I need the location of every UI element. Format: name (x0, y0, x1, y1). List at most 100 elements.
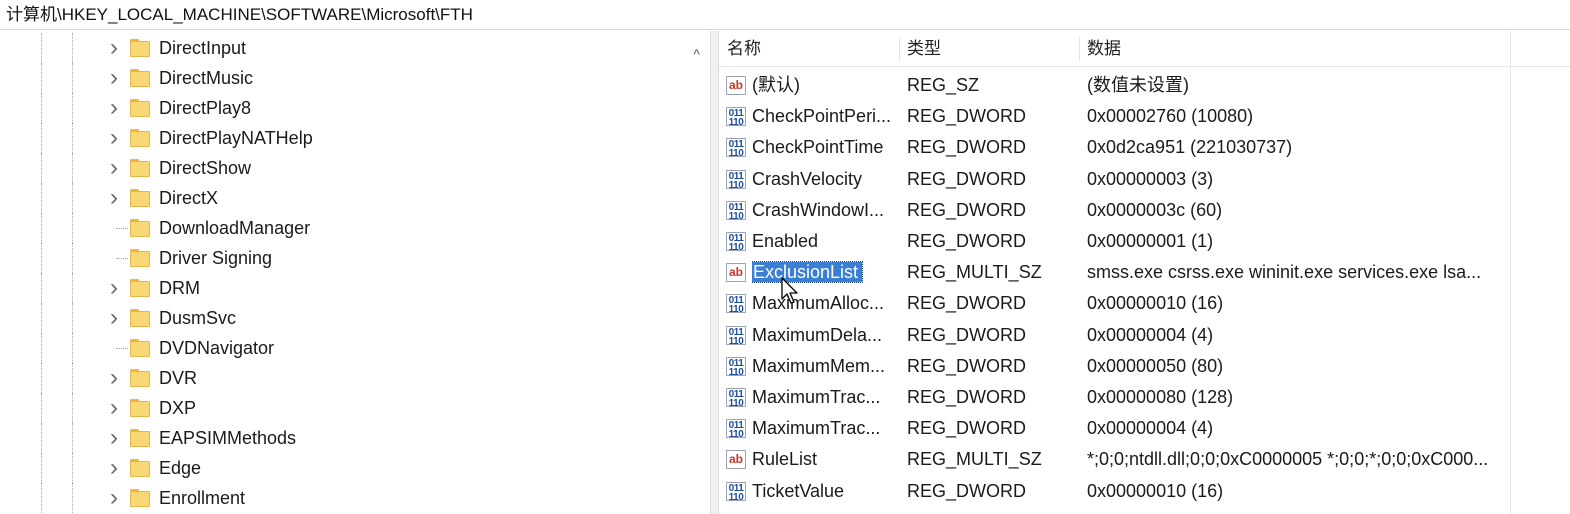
tree-item[interactable]: › DirectShow (0, 153, 710, 183)
tree-item[interactable]: › DirectPlayNATHelp (0, 123, 710, 153)
tree-item-label[interactable]: Enrollment (159, 483, 245, 513)
value-name[interactable]: CrashVelocity (752, 169, 862, 189)
tree-item[interactable]: DownloadManager (0, 213, 710, 243)
value-name-cell[interactable]: CheckPointPeri... (752, 101, 898, 132)
tree-item[interactable]: › DRM (0, 273, 710, 303)
chevron-right-icon[interactable]: › (106, 453, 122, 483)
value-data: 0x00000004 (4) (1087, 324, 1214, 345)
tree-item[interactable]: DVDNavigator (0, 333, 710, 363)
value-name[interactable]: MaximumTrac... (752, 418, 880, 438)
value-row[interactable]: 011 110 CrashVelocity REG_DWORD 0x00000003 (… (719, 164, 1570, 195)
chevron-right-icon[interactable]: › (106, 183, 122, 213)
value-name[interactable]: ExclusionList (752, 261, 864, 284)
address-bar[interactable]: 计算机\HKEY_LOCAL_MACHINE\SOFTWARE\Microsof… (0, 0, 1570, 30)
tree-item-label[interactable]: EAPSIMMethods (159, 423, 296, 453)
value-name[interactable]: MaximumDela... (752, 325, 882, 345)
value-row[interactable]: ab (默认) REG_SZ (数值未设置) (719, 70, 1570, 101)
column-header-type[interactable]: 类型 (899, 31, 1079, 67)
value-name-cell[interactable]: ExclusionList (752, 257, 898, 288)
tree-item[interactable]: › DusmSvc (0, 303, 710, 333)
tree-item[interactable]: › DVR (0, 363, 710, 393)
value-name[interactable]: CheckPointPeri... (752, 106, 891, 126)
value-name-cell[interactable]: RuleList (752, 444, 898, 475)
value-row[interactable]: 011 110 CheckPointPeri... REG_DWORD 0x000027… (719, 101, 1570, 132)
tree-item[interactable]: › DirectPlay8 (0, 93, 710, 123)
tree-item-label[interactable]: DVR (159, 363, 197, 393)
column-header-data[interactable]: 数据 (1079, 31, 1509, 67)
value-name[interactable]: (默认) (752, 75, 800, 95)
value-name[interactable]: RuleList (752, 449, 817, 469)
tree-item[interactable]: › DXP (0, 393, 710, 423)
folder-icon (130, 249, 150, 267)
tree-item-label[interactable]: DusmSvc (159, 303, 236, 333)
value-row[interactable]: 011 110 CrashWindowI... REG_DWORD 0x0000003c… (719, 195, 1570, 226)
tree-item[interactable]: › Enrollment (0, 483, 710, 513)
value-name-cell[interactable]: Enabled (752, 226, 898, 257)
tree-item[interactable]: › DirectX (0, 183, 710, 213)
value-name-cell[interactable]: (默认) (752, 70, 898, 101)
chevron-right-icon[interactable]: › (106, 33, 122, 63)
value-name[interactable]: CrashWindowI... (752, 200, 884, 220)
pane-splitter[interactable] (710, 31, 719, 514)
tree-item-label[interactable]: Driver Signing (159, 243, 272, 273)
value-row[interactable]: ab RuleList REG_MULTI_SZ *;0;0;ntdll.dll;0;… (719, 444, 1570, 475)
tree-guide-line (41, 303, 42, 333)
tree-item[interactable]: › Edge (0, 453, 710, 483)
tree-item-label[interactable]: DirectX (159, 183, 218, 213)
tree-item[interactable]: › DirectMusic (0, 63, 710, 93)
value-name[interactable]: MaximumTrac... (752, 387, 880, 407)
tree-item-label[interactable]: DirectMusic (159, 63, 253, 93)
tree-item-label[interactable]: DVDNavigator (159, 333, 274, 363)
tree-item-label[interactable]: DirectInput (159, 33, 246, 63)
tree-item-label[interactable]: DirectShow (159, 153, 251, 183)
chevron-right-icon[interactable]: › (106, 423, 122, 453)
value-data: 0x00000010 (16) (1087, 293, 1224, 314)
value-name-cell[interactable]: TicketValue (752, 476, 898, 507)
value-name-cell[interactable]: CrashVelocity (752, 164, 898, 195)
value-row[interactable]: 011 110 MaximumTrac... REG_DWORD 0x00000080 … (719, 382, 1570, 413)
value-name-cell[interactable]: CrashWindowI... (752, 195, 898, 226)
value-row[interactable]: 011 110 MaximumMem... REG_DWORD 0x00000050 (… (719, 351, 1570, 382)
chevron-right-icon[interactable]: › (106, 63, 122, 93)
value-row[interactable]: ab ExclusionList REG_MULTI_SZ smss.exe csrs… (719, 257, 1570, 288)
value-name[interactable]: Enabled (752, 231, 818, 251)
tree-item[interactable]: › DirectInput ^ (0, 33, 710, 63)
value-name-cell[interactable]: MaximumTrac... (752, 413, 898, 444)
value-name[interactable]: CheckPointTime (752, 137, 883, 157)
value-name-cell[interactable]: MaximumAlloc... (752, 288, 898, 319)
tree-item-label[interactable]: DXP (159, 393, 196, 423)
value-name-cell[interactable]: MaximumMem... (752, 351, 898, 382)
registry-values-pane[interactable]: 名称 类型 数据 ab (默认) REG_SZ (数值未设置) 011 110 CheckP… (719, 31, 1570, 514)
registry-tree-pane[interactable]: › DirectInput ^ › DirectMusic › DirectPlay8 › Di… (0, 31, 710, 514)
value-row[interactable]: 011 110 TicketValue REG_DWORD 0x00000010 (16… (719, 476, 1570, 507)
chevron-right-icon[interactable]: › (106, 303, 122, 333)
address-path[interactable]: 计算机\HKEY_LOCAL_MACHINE\SOFTWARE\Microsof… (6, 5, 473, 24)
value-name-cell[interactable]: CheckPointTime (752, 132, 898, 163)
tree-item-label[interactable]: DRM (159, 273, 200, 303)
value-row[interactable]: 011 110 MaximumDela... REG_DWORD 0x00000004 … (719, 320, 1570, 351)
chevron-right-icon[interactable]: › (106, 93, 122, 123)
chevron-right-icon[interactable]: › (106, 363, 122, 393)
value-row[interactable]: 011 110 Enabled REG_DWORD 0x00000001 (1) (719, 226, 1570, 257)
tree-item-label[interactable]: DirectPlay8 (159, 93, 251, 123)
tree-guide-line (72, 33, 73, 63)
tree-item-label[interactable]: Edge (159, 453, 201, 483)
chevron-right-icon[interactable]: › (106, 483, 122, 513)
tree-item-label[interactable]: DirectPlayNATHelp (159, 123, 313, 153)
chevron-right-icon[interactable]: › (106, 153, 122, 183)
value-name-cell[interactable]: MaximumDela... (752, 320, 898, 351)
column-header-name[interactable]: 名称 (719, 31, 899, 67)
tree-item[interactable]: Driver Signing (0, 243, 710, 273)
value-name-cell[interactable]: MaximumTrac... (752, 382, 898, 413)
value-name[interactable]: MaximumAlloc... (752, 293, 884, 313)
value-name[interactable]: MaximumMem... (752, 356, 885, 376)
value-row[interactable]: 011 110 MaximumAlloc... REG_DWORD 0x00000010… (719, 288, 1570, 319)
tree-item[interactable]: › EAPSIMMethods (0, 423, 710, 453)
chevron-right-icon[interactable]: › (106, 393, 122, 423)
tree-item-label[interactable]: DownloadManager (159, 213, 310, 243)
chevron-right-icon[interactable]: › (106, 123, 122, 153)
value-row[interactable]: 011 110 CheckPointTime REG_DWORD 0x0d2ca951 … (719, 132, 1570, 163)
value-row[interactable]: 011 110 MaximumTrac... REG_DWORD 0x00000004 … (719, 413, 1570, 444)
value-name[interactable]: TicketValue (752, 481, 844, 501)
chevron-right-icon[interactable]: › (106, 273, 122, 303)
